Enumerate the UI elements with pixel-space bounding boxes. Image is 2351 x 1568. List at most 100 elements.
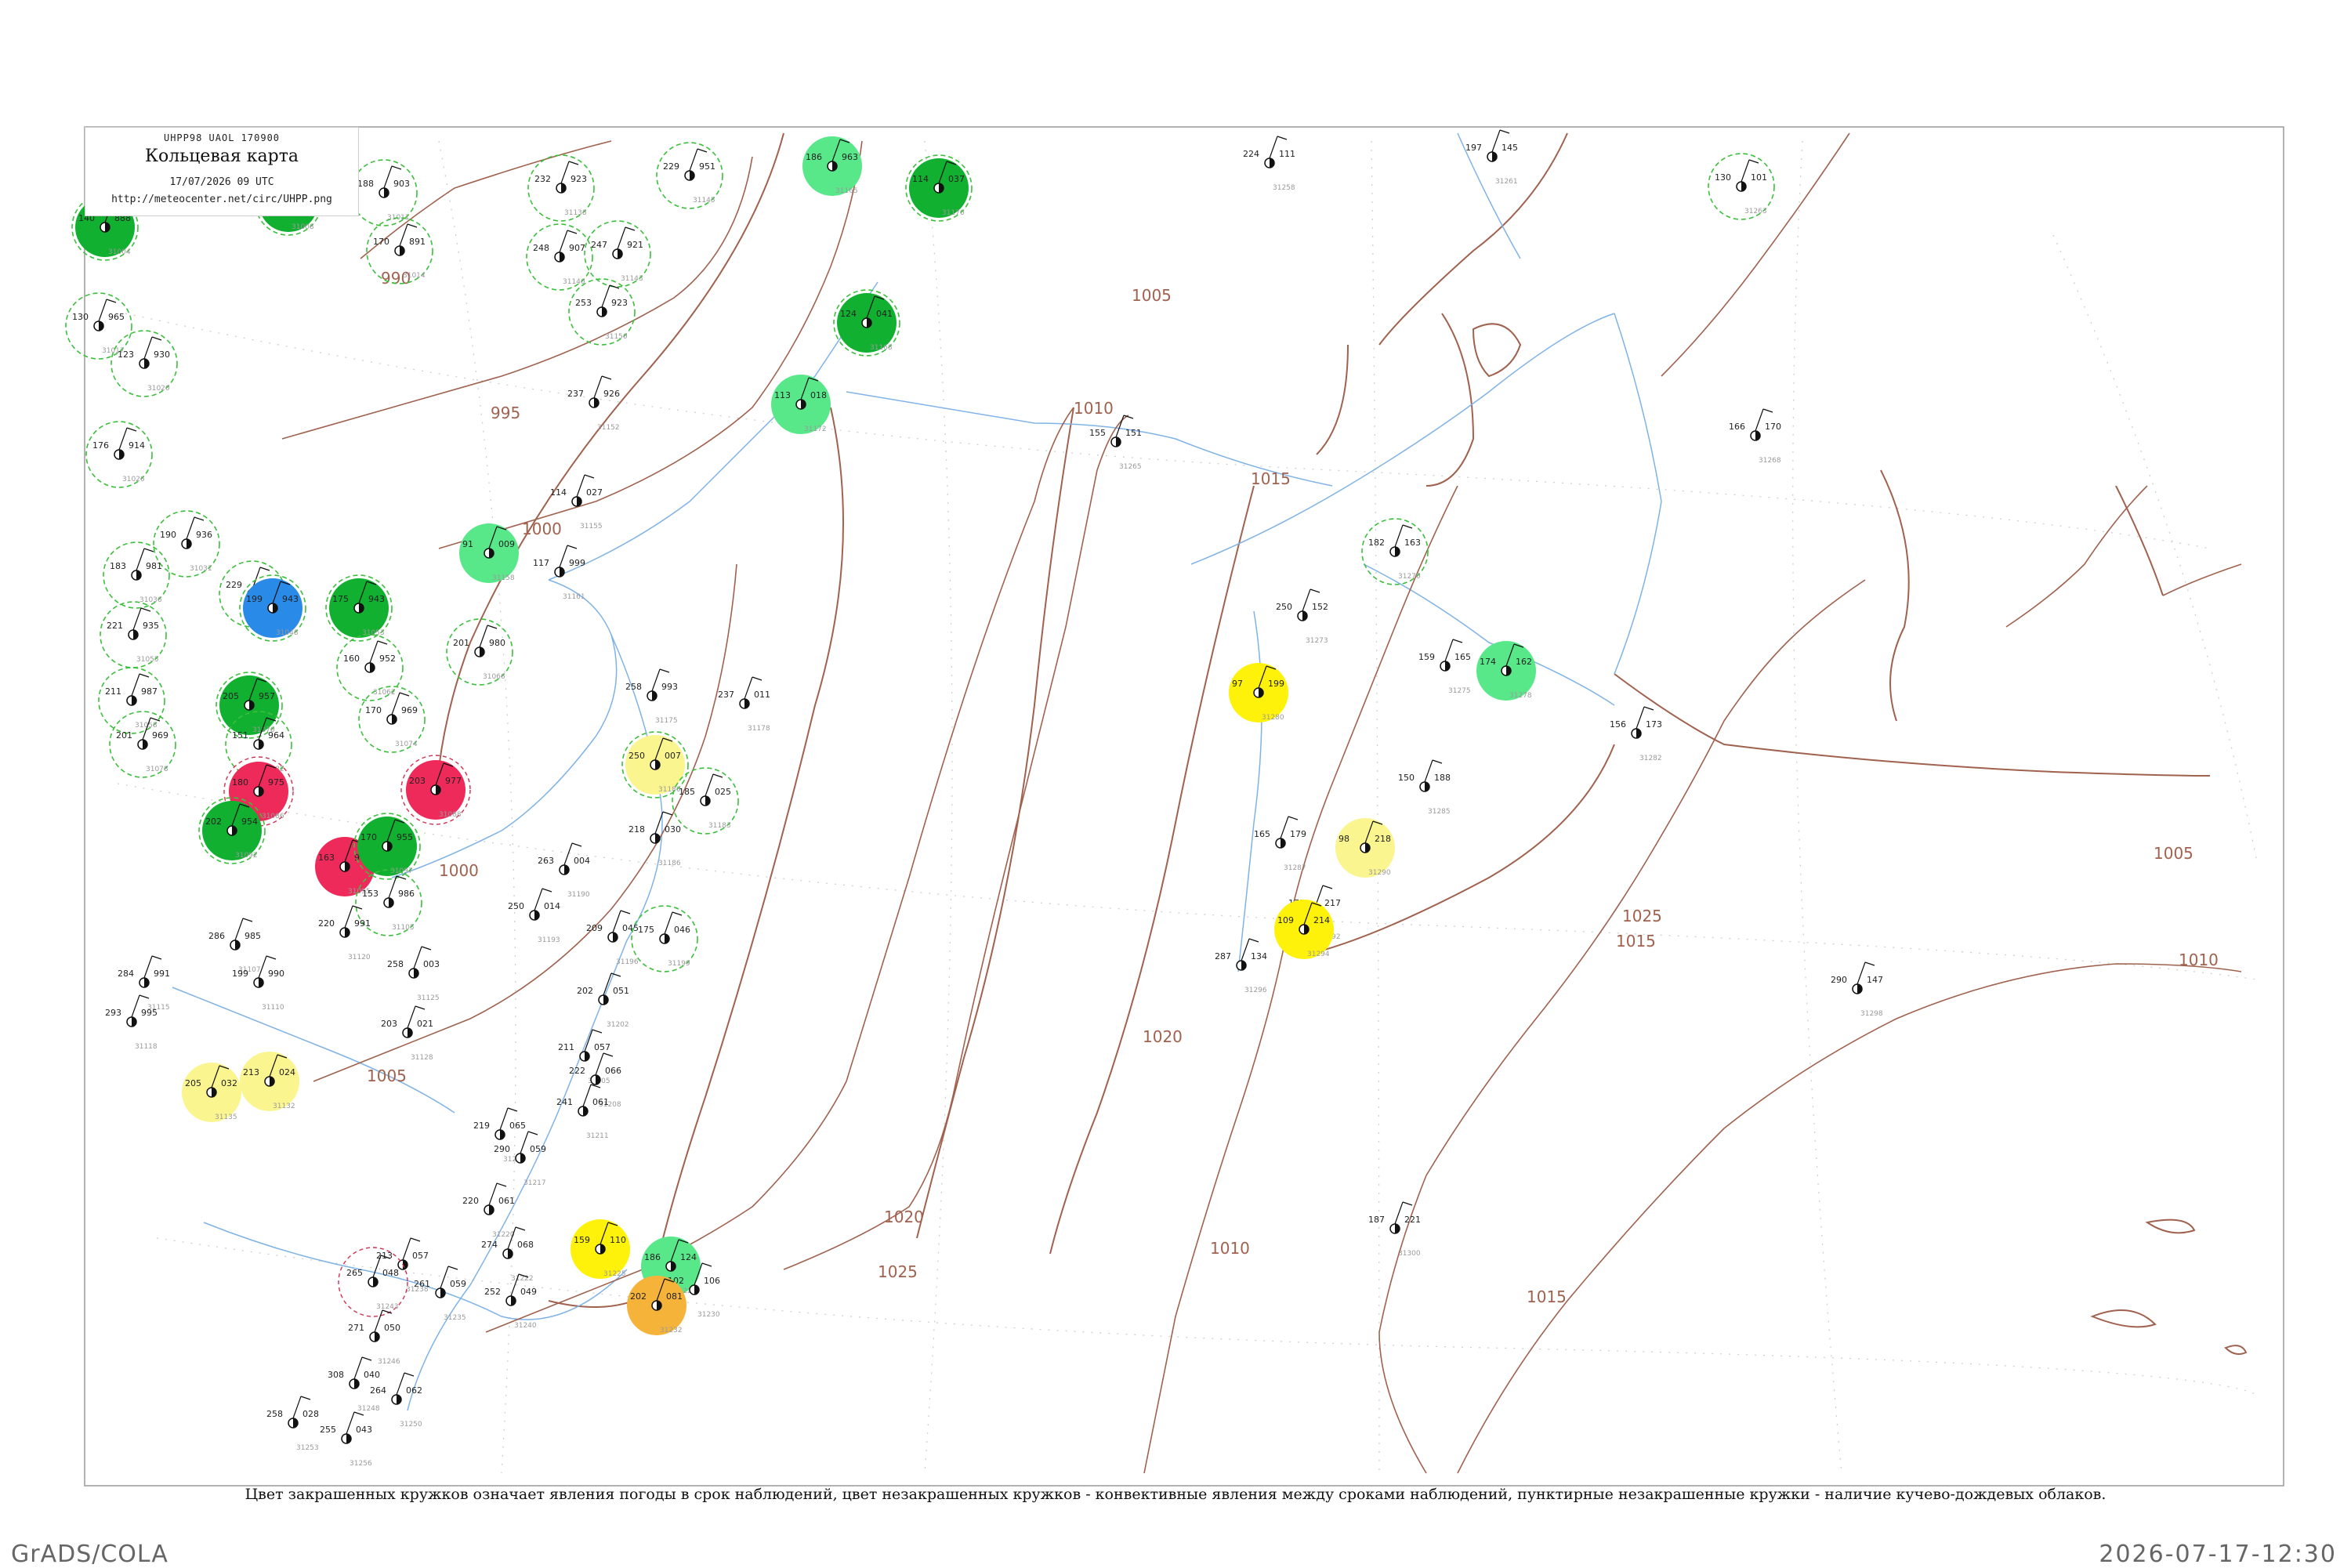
station-index: 31170 xyxy=(942,209,965,217)
station-temperature: 211 xyxy=(105,686,121,697)
station-pressure: 903 xyxy=(393,179,410,189)
station-temperature: 205 xyxy=(185,1078,201,1088)
station-temperature: 220 xyxy=(318,918,335,929)
station-pressure: 165 xyxy=(1454,652,1471,662)
station-index: 31132 xyxy=(273,1103,295,1110)
station-index: 31088 xyxy=(439,811,462,819)
station-index: 31062 xyxy=(373,689,396,697)
station-index: 31240 xyxy=(514,1322,537,1330)
station-temperature: 153 xyxy=(362,889,379,899)
station-pressure: 965 xyxy=(108,312,125,322)
station-plot: 199 97 31280 xyxy=(1229,663,1288,722)
isobar-label: 1015 xyxy=(1616,932,1656,951)
station-index: 31172 xyxy=(804,425,827,433)
station-pressure: 969 xyxy=(152,730,168,741)
station-index: 31155 xyxy=(580,523,603,531)
station-pressure: 981 xyxy=(146,561,162,571)
station-pressure: 057 xyxy=(412,1251,429,1261)
station-index: 31145 xyxy=(693,197,715,205)
station-index: 31058 xyxy=(135,722,158,730)
station-temperature: 176 xyxy=(92,440,109,451)
station-pressure: 009 xyxy=(498,539,515,549)
station-pressure: 930 xyxy=(154,349,170,360)
station-index: 31097 xyxy=(390,867,413,875)
station-index: 31232 xyxy=(660,1327,683,1334)
footer-timestamp: 2026-07-17-12:30 xyxy=(2099,1541,2337,1568)
station-pressure: 049 xyxy=(520,1287,537,1297)
station-index: 31178 xyxy=(748,725,770,733)
legend-date: 17/07/2026 09 UTC xyxy=(169,176,274,188)
station-index: 31287 xyxy=(1284,864,1306,872)
station-pressure: 914 xyxy=(129,440,145,451)
station-pressure: 221 xyxy=(1404,1215,1421,1225)
isobar-label: 1025 xyxy=(878,1262,918,1281)
station-pressure: 059 xyxy=(530,1144,546,1154)
station-pressure: 999 xyxy=(569,558,585,568)
station-temperature: 284 xyxy=(118,969,134,979)
station-index: 31105 xyxy=(392,924,415,932)
station-temperature: 197 xyxy=(1465,143,1482,153)
station-index: 31183 xyxy=(708,822,731,830)
station-pressure: 081 xyxy=(666,1291,683,1302)
station-pressure: 032 xyxy=(221,1078,237,1088)
station-index: 31248 xyxy=(357,1405,380,1413)
isobar-label: 1000 xyxy=(522,520,562,538)
station-index: 31265 xyxy=(1119,463,1142,471)
station-plot: 024 213 31132 xyxy=(240,1052,299,1111)
station-index: 31014 xyxy=(403,272,426,280)
station-index: 31190 xyxy=(567,891,590,899)
station-index: 31026 xyxy=(122,476,145,483)
station-temperature: 263 xyxy=(538,856,554,866)
station-pressure: 037 xyxy=(948,174,965,184)
station-pressure: 018 xyxy=(810,390,827,400)
station-pressure: 957 xyxy=(259,691,275,701)
station-index: 31020 xyxy=(147,385,170,393)
station-temperature: 252 xyxy=(484,1287,501,1297)
station-plot: 009 91 31158 xyxy=(459,523,519,583)
isobar-label: 1005 xyxy=(1132,286,1172,305)
station-temperature: 237 xyxy=(567,389,584,399)
station-pressure: 975 xyxy=(268,777,284,788)
station-temperature: 114 xyxy=(550,487,567,498)
station-temperature: 163 xyxy=(318,853,335,863)
station-pressure: 943 xyxy=(282,594,299,604)
station-index: 31152 xyxy=(597,424,620,432)
station-pressure: 004 xyxy=(574,856,590,866)
station-temperature: 290 xyxy=(1831,975,1847,985)
station-temperature: 159 xyxy=(1418,652,1435,662)
station-index: 31092 xyxy=(235,852,258,860)
station-pressure: 147 xyxy=(1867,975,1883,985)
station-temperature: 170 xyxy=(365,705,382,715)
station-pressure: 173 xyxy=(1646,719,1662,730)
station-pressure: 025 xyxy=(715,787,731,797)
station-index: 31158 xyxy=(492,574,515,582)
isobar-label: 1015 xyxy=(1527,1287,1567,1306)
station-pressure: 062 xyxy=(406,1385,422,1396)
station-pressure: 991 xyxy=(354,918,371,929)
station-pressure: 923 xyxy=(611,298,628,308)
station-temperature: 150 xyxy=(1398,773,1415,783)
station-pressure: 199 xyxy=(1268,679,1284,689)
station-temperature: 187 xyxy=(1368,1215,1385,1225)
station-temperature: 175 xyxy=(332,594,349,604)
station-temperature: 229 xyxy=(226,580,242,590)
station-temperature: 201 xyxy=(116,730,132,741)
station-pressure: 921 xyxy=(627,240,643,250)
station-temperature: 205 xyxy=(223,691,239,701)
station-pressure: 014 xyxy=(544,901,560,911)
station-temperature: 250 xyxy=(629,751,645,761)
station-index: 31196 xyxy=(616,958,639,966)
station-temperature: 166 xyxy=(1729,422,1745,432)
station-temperature: 265 xyxy=(346,1268,363,1278)
station-temperature: 222 xyxy=(569,1066,585,1076)
station-index: 31186 xyxy=(658,860,681,867)
station-temperature: 174 xyxy=(1480,657,1496,667)
station-index: 31235 xyxy=(444,1314,466,1322)
station-temperature: 224 xyxy=(1243,149,1259,159)
station-pressure: 134 xyxy=(1251,951,1267,961)
map-legend-box: UHPP98 UAOL 170900 Кольцевая карта 17/07… xyxy=(85,127,359,216)
station-plot: 214 109 31294 xyxy=(1274,900,1334,959)
station-index: 31300 xyxy=(1398,1250,1421,1258)
station-pressure: 011 xyxy=(754,690,770,700)
station-pressure: 145 xyxy=(1502,143,1518,153)
